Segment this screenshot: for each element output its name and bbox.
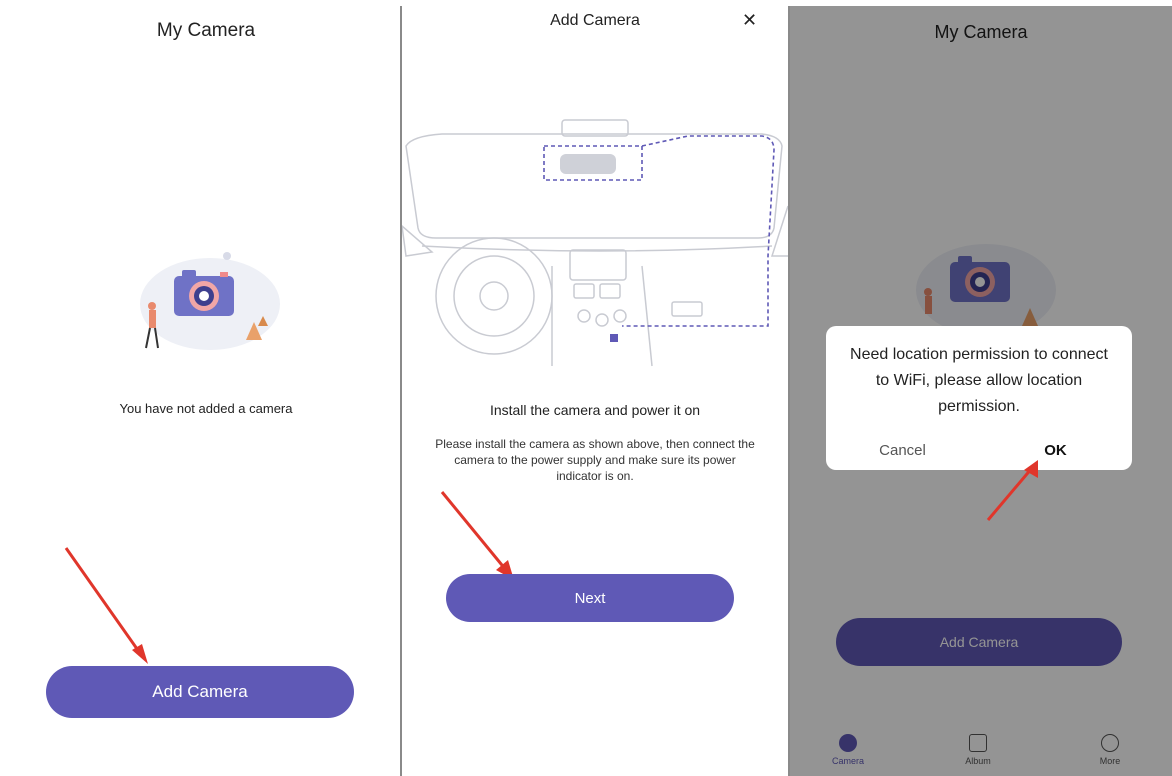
page-title: Add Camera [550, 12, 640, 29]
screen-add-camera-install: Add Camera ✕ Install the camera and powe… [402, 6, 788, 776]
dialog-message: Need location permission to connect to W… [850, 346, 1108, 415]
install-instructions: Please install the camera as shown above… [435, 437, 755, 483]
screen-my-camera-empty: My Camera You have not added a camera Ad… [12, 6, 400, 776]
location-permission-dialog: Need location permission to connect to W… [826, 326, 1132, 470]
screen-my-camera-permission: My Camera Add Camera Camera Album More N… [790, 6, 1172, 776]
empty-camera-illustration [140, 252, 280, 350]
arrow-pointer-icon [64, 547, 148, 664]
page-title: My Camera [156, 20, 256, 41]
cancel-button[interactable]: Cancel [826, 430, 979, 470]
install-heading: Install the camera and power it on [489, 402, 701, 418]
add-camera-button[interactable]: Add Camera [46, 666, 354, 718]
arrow-pointer-icon [986, 460, 1038, 521]
car-interior-illustration [402, 119, 788, 367]
next-button[interactable]: Next [446, 574, 734, 622]
empty-state-message: You have not added a camera [119, 401, 293, 416]
close-icon[interactable]: ✕ [742, 10, 757, 31]
